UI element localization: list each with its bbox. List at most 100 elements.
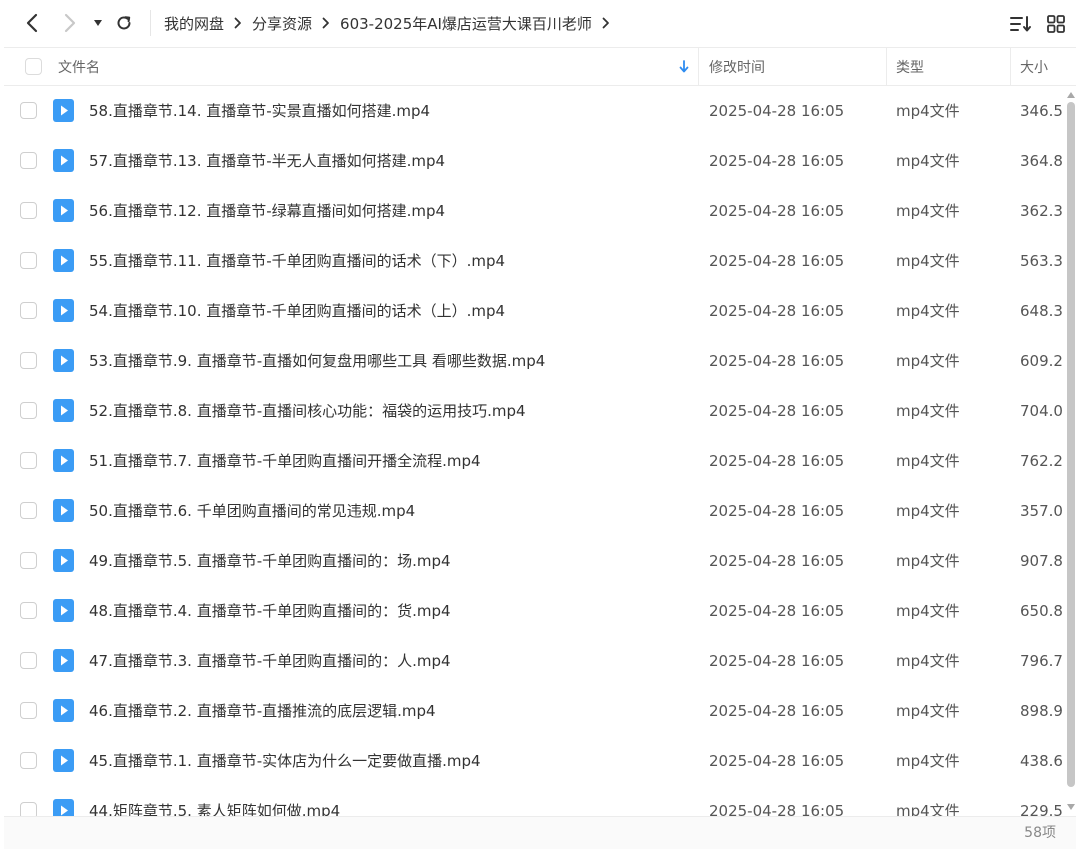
history-dropdown-button[interactable] [88,11,108,35]
scrollbar-thumb[interactable] [1067,102,1075,787]
row-checkbox[interactable] [20,402,37,419]
back-button[interactable] [20,11,44,35]
video-file-icon [53,349,74,372]
row-checkbox[interactable] [20,702,37,719]
file-name[interactable]: 49.直播章节.5. 直播章节-千单团购直播间的：场.mp4 [89,536,451,586]
file-name[interactable]: 56.直播章节.12. 直播章节-绿幕直播间如何搭建.mp4 [89,186,445,236]
video-file-icon [53,449,74,472]
file-modified-time: 2025-04-28 16:05 [709,502,845,520]
scroll-down-arrow-icon[interactable] [1067,804,1075,810]
file-type: mp4文件 [896,702,960,720]
file-type: mp4文件 [896,502,960,520]
file-size: 563.3 [1020,252,1063,270]
video-file-icon [53,399,74,422]
grid-view-button[interactable] [1045,13,1067,35]
row-checkbox[interactable] [20,352,37,369]
column-name[interactable]: 文件名 [58,48,100,85]
row-checkbox[interactable] [20,452,37,469]
video-file-icon [53,99,74,122]
file-row[interactable]: 54.直播章节.10. 直播章节-千单团购直播间的话术（上）.mp4 2025-0… [4,286,1066,336]
file-size: 357.0 [1020,502,1063,520]
file-row[interactable]: 58.直播章节.14. 直播章节-实景直播如何搭建.mp4 2025-04-28 … [4,86,1066,136]
row-checkbox[interactable] [20,752,37,769]
video-file-icon [53,549,74,572]
column-divider[interactable] [886,48,887,85]
column-type-label: 类型 [896,59,924,76]
vertical-scrollbar[interactable] [1066,92,1076,810]
row-checkbox[interactable] [20,652,37,669]
file-row[interactable]: 44.矩阵章节.5. 素人矩阵如何做.mp4 2025-04-28 16:05 mp… [4,786,1066,816]
row-checkbox[interactable] [20,202,37,219]
file-type: mp4文件 [896,402,960,420]
file-row[interactable]: 46.直播章节.2. 直播章节-直播推流的底层逻辑.mp4 2025-04-28 … [4,686,1066,736]
scroll-up-arrow-icon[interactable] [1067,92,1075,98]
row-checkbox[interactable] [20,252,37,269]
refresh-button[interactable] [112,11,136,35]
select-all-checkbox-cell [25,48,42,85]
file-row[interactable]: 52.直播章节.8. 直播章节-直播间核心功能：福袋的运用技巧.mp4 2025-… [4,386,1066,436]
file-name[interactable]: 57.直播章节.13. 直播章节-半无人直播如何搭建.mp4 [89,136,445,186]
forward-button[interactable] [58,11,82,35]
sort-button[interactable] [1010,13,1032,35]
column-modified-label: 修改时间 [709,59,765,76]
file-name[interactable]: 50.直播章节.6. 千单团购直播间的常见违规.mp4 [89,486,415,536]
file-name[interactable]: 52.直播章节.8. 直播章节-直播间核心功能：福袋的运用技巧.mp4 [89,386,526,436]
breadcrumb: 我的网盘 分享资源 603-2025年AI爆店运营大课百川老师 [164,0,620,46]
breadcrumb-item-my-drive[interactable]: 我的网盘 [164,13,224,34]
breadcrumb-item-shared[interactable]: 分享资源 [252,13,312,34]
file-type: mp4文件 [896,452,960,470]
column-size[interactable]: 大小 [1020,48,1048,85]
file-type: mp4文件 [896,102,960,120]
file-name[interactable]: 46.直播章节.2. 直播章节-直播推流的底层逻辑.mp4 [89,686,436,736]
file-row[interactable]: 56.直播章节.12. 直播章节-绿幕直播间如何搭建.mp4 2025-04-28… [4,186,1066,236]
file-name[interactable]: 51.直播章节.7. 直播章节-千单团购直播间开播全流程.mp4 [89,436,481,486]
file-row[interactable]: 49.直播章节.5. 直播章节-千单团购直播间的：场.mp4 2025-04-28… [4,536,1066,586]
file-modified-time: 2025-04-28 16:05 [709,802,845,816]
row-checkbox[interactable] [20,552,37,569]
file-row[interactable]: 53.直播章节.9. 直播章节-直播如何复盘用哪些工具 看哪些数据.mp4 202… [4,336,1066,386]
breadcrumb-separator-icon [234,17,242,29]
video-file-icon [53,299,74,322]
file-row[interactable]: 57.直播章节.13. 直播章节-半无人直播如何搭建.mp4 2025-04-28… [4,136,1066,186]
file-type: mp4文件 [896,602,960,620]
column-type[interactable]: 类型 [896,48,924,85]
file-size: 704.0 [1020,402,1063,420]
file-row[interactable]: 50.直播章节.6. 千单团购直播间的常见违规.mp4 2025-04-28 16… [4,486,1066,536]
file-name[interactable]: 47.直播章节.3. 直播章节-千单团购直播间的：人.mp4 [89,636,451,686]
file-row[interactable]: 48.直播章节.4. 直播章节-千单团购直播间的：货.mp4 2025-04-28… [4,586,1066,636]
file-row[interactable]: 45.直播章节.1. 直播章节-实体店为什么一定要做直播.mp4 2025-04-… [4,736,1066,786]
file-name[interactable]: 48.直播章节.4. 直播章节-千单团购直播间的：货.mp4 [89,586,451,636]
row-checkbox[interactable] [20,502,37,519]
select-all-checkbox[interactable] [25,58,42,75]
file-modified-time: 2025-04-28 16:05 [709,402,845,420]
file-name[interactable]: 45.直播章节.1. 直播章节-实体店为什么一定要做直播.mp4 [89,736,481,786]
grid-view-icon [1047,15,1065,33]
refresh-icon [117,16,131,30]
breadcrumb-item-current-folder[interactable]: 603-2025年AI爆店运营大课百川老师 [340,13,592,34]
file-type: mp4文件 [896,802,960,816]
row-checkbox[interactable] [20,802,37,816]
file-size: 796.7 [1020,652,1063,670]
toolbar-divider [150,10,151,36]
file-row[interactable]: 51.直播章节.7. 直播章节-千单团购直播间开播全流程.mp4 2025-04-… [4,436,1066,486]
file-name[interactable]: 44.矩阵章节.5. 素人矩阵如何做.mp4 [89,786,340,816]
column-divider[interactable] [1010,48,1011,85]
row-checkbox[interactable] [20,102,37,119]
file-row[interactable]: 47.直播章节.3. 直播章节-千单团购直播间的：人.mp4 2025-04-28… [4,636,1066,686]
file-name[interactable]: 55.直播章节.11. 直播章节-千单团购直播间的话术（下）.mp4 [89,236,505,286]
file-modified-time: 2025-04-28 16:05 [709,752,845,770]
sort-desc-indicator[interactable] [679,48,689,85]
file-name[interactable]: 58.直播章节.14. 直播章节-实景直播如何搭建.mp4 [89,86,430,136]
file-row[interactable]: 55.直播章节.11. 直播章节-千单团购直播间的话术（下）.mp4 2025-0… [4,236,1066,286]
file-name[interactable]: 53.直播章节.9. 直播章节-直播如何复盘用哪些工具 看哪些数据.mp4 [89,336,545,386]
video-file-icon [53,699,74,722]
column-divider[interactable] [698,48,699,85]
row-checkbox[interactable] [20,602,37,619]
breadcrumb-expand-icon[interactable] [602,17,610,29]
file-size: 648.3 [1020,302,1063,320]
row-checkbox[interactable] [20,152,37,169]
file-name[interactable]: 54.直播章节.10. 直播章节-千单团购直播间的话术（上）.mp4 [89,286,505,336]
file-size: 346.5 [1020,102,1063,120]
column-modified[interactable]: 修改时间 [709,48,765,85]
row-checkbox[interactable] [20,302,37,319]
